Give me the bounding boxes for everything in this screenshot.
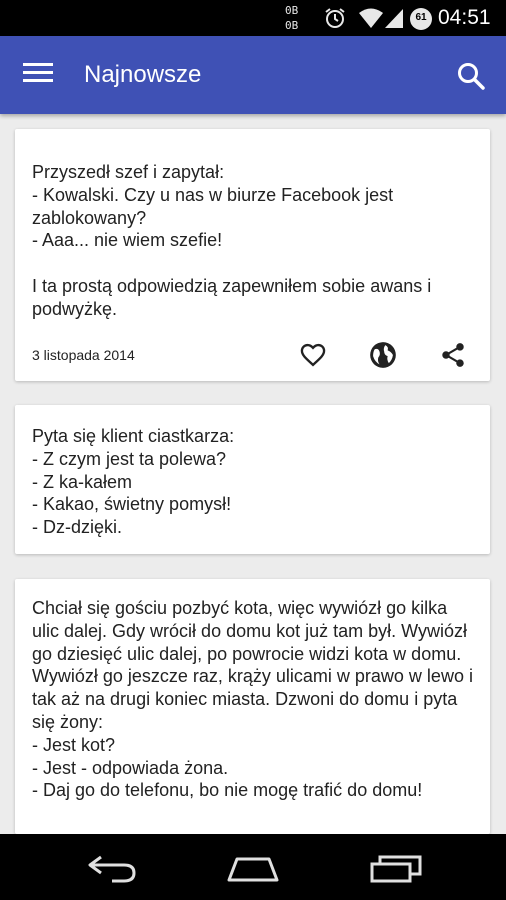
post-feed[interactable]: Przyszedł szef i zapytał: - Kowalski. Cz… [0,114,506,834]
share-button[interactable] [435,337,471,373]
globe-icon [370,342,396,368]
post-card: Przyszedł szef i zapytał: - Kowalski. Cz… [15,129,490,381]
clock: 04:51 [438,6,491,29]
post-text: Przyszedł szef i zapytał: - Kowalski. Cz… [32,162,432,319]
web-button[interactable] [365,337,401,373]
alarm-icon [324,7,346,34]
back-button[interactable] [84,852,140,884]
app-bar: Najnowsze [0,36,506,114]
home-button[interactable] [225,852,281,884]
battery-level: 61 [415,12,427,23]
wifi-icon [358,7,384,34]
hamburger-menu-icon [23,63,53,66]
post-date: 3 listopada 2014 [32,347,135,363]
page-title: Najnowsze [84,61,202,88]
menu-button[interactable] [20,58,56,92]
recent-apps-button[interactable] [368,852,424,884]
share-icon [442,343,464,367]
status-bar: 0B 0B 61 04:51 [0,0,506,36]
post-footer: 3 listopada 2014 [15,335,490,375]
recent-apps-icon [370,855,422,883]
search-button[interactable] [455,60,489,94]
back-icon [88,855,136,883]
post-text: Chciał się gościu pozbyć kota, więc wywi… [32,598,473,801]
net-down-value: 0B [285,4,299,17]
signal-icon [384,7,404,34]
search-icon [458,63,485,90]
like-button[interactable] [295,337,331,373]
network-speed-indicator: 0B 0B [285,3,309,33]
navigation-bar [0,834,506,900]
home-icon [227,857,279,882]
net-up-value: 0B [285,19,299,32]
post-card: Pyta się klient ciastkarza: - Z czym jes… [15,405,490,554]
post-text: Pyta się klient ciastkarza: - Z czym jes… [32,426,235,538]
post-card: Chciał się gościu pozbyć kota, więc wywi… [15,579,490,834]
heart-icon [300,343,326,367]
